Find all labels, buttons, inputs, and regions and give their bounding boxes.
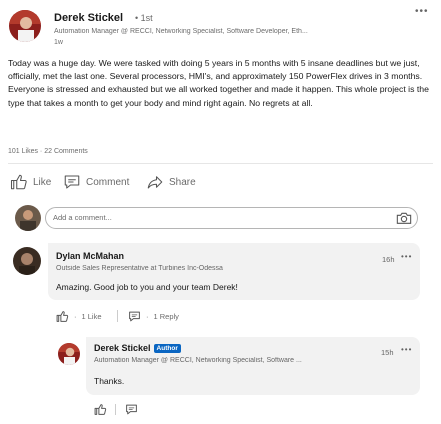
comment-input-placeholder: Add a comment... <box>53 213 112 222</box>
comment-likes-count[interactable]: 1 Like <box>82 312 102 321</box>
author-avatar[interactable] <box>9 10 41 42</box>
comment-label: Comment <box>86 176 130 188</box>
commenter-avatar[interactable] <box>13 247 41 275</box>
reply-author-name[interactable]: Derek Stickel Author <box>94 343 181 353</box>
likes-count[interactable]: 101 Likes <box>8 148 38 155</box>
post-text: Today was a huge day. We were tasked wit… <box>8 58 429 108</box>
count-separator: · <box>39 148 43 155</box>
more-icon[interactable]: ••• <box>415 6 429 17</box>
reply-reply-button[interactable] <box>125 403 138 421</box>
comment-more-icon[interactable]: ••• <box>401 252 412 261</box>
post-author-headline: Automation Manager @ RECCI, Networking S… <box>54 28 308 35</box>
author-badge: Author <box>153 343 181 353</box>
reply-author-headline: Automation Manager @ RECCI, Networking S… <box>94 357 302 364</box>
like-icon <box>10 174 27 190</box>
divider <box>8 163 433 164</box>
viewer-avatar <box>15 205 41 231</box>
comment-like-button[interactable]: · 1 Like <box>56 310 102 323</box>
post-time: 1w <box>54 39 63 46</box>
like-button[interactable]: Like <box>10 173 51 191</box>
like-icon <box>94 404 107 415</box>
comment-icon <box>64 175 80 189</box>
reply-more-icon[interactable]: ••• <box>401 345 412 354</box>
count-separator: · <box>146 312 149 321</box>
comment-reply-button[interactable]: · 1 Reply <box>128 310 179 323</box>
reply-action-divider <box>115 404 116 415</box>
social-counts: 101 Likes · 22 Comments <box>8 148 88 155</box>
commenter-headline: Outside Sales Representative at Turbines… <box>56 265 223 272</box>
share-label: Share <box>169 176 196 188</box>
connection-degree: • 1st <box>135 13 153 23</box>
post-author-name[interactable]: Derek Stickel <box>54 12 123 24</box>
comment-input[interactable]: Add a comment... <box>45 207 418 229</box>
count-separator: · <box>74 312 77 321</box>
share-button[interactable]: Share <box>146 173 196 191</box>
reply-time: 15h <box>381 348 394 357</box>
reply-like-button[interactable] <box>94 403 107 421</box>
comment-icon <box>129 311 140 322</box>
comment-replies-count[interactable]: 1 Reply <box>154 312 179 321</box>
comment-button[interactable]: Comment <box>63 173 129 191</box>
reply-author-name-text: Derek Stickel <box>94 343 151 353</box>
like-label: Like <box>33 176 52 188</box>
comments-count[interactable]: 22 Comments <box>44 148 88 155</box>
comment-icon <box>126 404 137 415</box>
reply-author-avatar[interactable] <box>58 343 80 365</box>
camera-icon[interactable] <box>396 211 412 225</box>
like-icon <box>56 311 69 322</box>
reply-text: Thanks. <box>94 376 125 386</box>
comment-action-divider <box>117 310 118 322</box>
comment-time: 16h <box>382 255 395 264</box>
comment-text: Amazing. Good job to you and your team D… <box>56 282 238 292</box>
commenter-name[interactable]: Dylan McMahan <box>56 251 124 261</box>
share-icon <box>147 176 163 189</box>
